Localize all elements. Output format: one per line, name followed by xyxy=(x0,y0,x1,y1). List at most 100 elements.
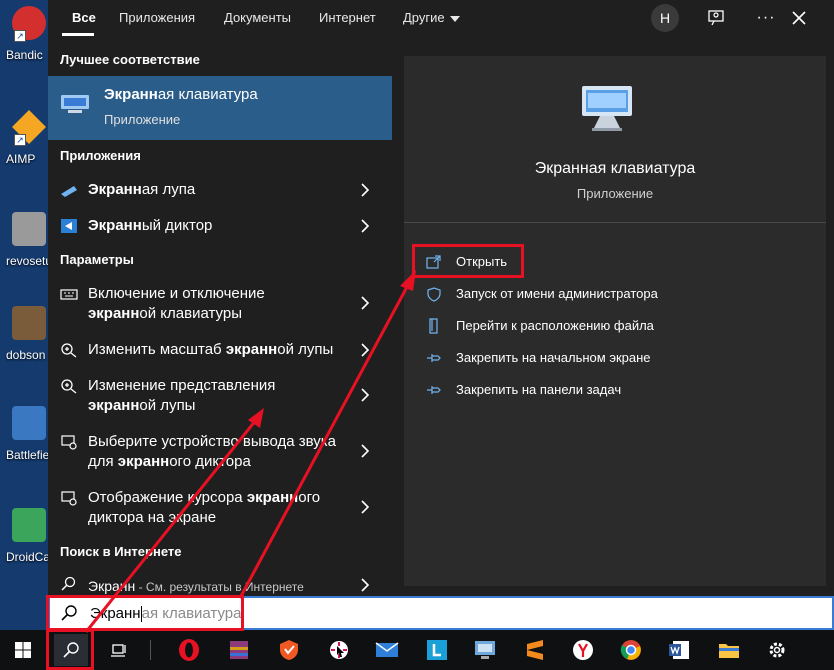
taskbar-opera[interactable] xyxy=(172,634,206,666)
desktop-icon-bandicam[interactable]: ↗ Bandic xyxy=(0,4,48,100)
action-open[interactable]: Открыть xyxy=(426,250,826,274)
start-icon xyxy=(15,642,31,658)
results-list: Лучшее соответствие Экранная клавиатура … xyxy=(48,44,392,596)
list-item-narrator-cursor[interactable]: Отображение курсора экранного диктора на… xyxy=(48,480,392,536)
chevron-right-icon xyxy=(361,219,370,233)
close-icon xyxy=(792,11,806,25)
tab-more[interactable]: Другие xyxy=(403,10,460,25)
search-box[interactable]: Экранная клавиатура xyxy=(48,596,834,630)
open-icon xyxy=(426,255,441,269)
taskbar-word[interactable] xyxy=(662,634,696,666)
action-label: Открыть xyxy=(456,254,508,269)
pin-icon xyxy=(427,354,441,362)
desktop-icon-revo[interactable]: revosetu xyxy=(0,210,52,306)
feedback-icon xyxy=(708,10,724,26)
list-item-label: Отображение курсора экранного xyxy=(88,488,320,508)
mail-icon xyxy=(375,642,399,657)
taskbar-sublime[interactable] xyxy=(518,634,552,666)
list-item-web-search[interactable]: Экранн - См. результаты в Интернете xyxy=(48,568,392,596)
list-item-narrator[interactable]: Экранный диктор xyxy=(48,208,392,244)
match-rest: - См. результаты в Интернете xyxy=(135,580,304,594)
list-item-label-line2: для экранного диктора xyxy=(88,452,251,472)
desktop-icon-aimp[interactable]: ↗ AIMP xyxy=(0,108,48,204)
desktop-icon-dobson[interactable]: dobson xyxy=(0,304,48,400)
match-bold: Экранн xyxy=(104,86,158,103)
section-settings: Параметры xyxy=(60,252,134,267)
preview-subtitle: Приложение xyxy=(576,186,654,201)
file-location-icon xyxy=(429,318,438,334)
list-item-label: Выберите устройство вывода звука xyxy=(88,433,337,450)
action-run-as-admin[interactable]: Запуск от имени администратора xyxy=(426,282,826,306)
desktop-icon-droidcam[interactable]: DroidCa xyxy=(0,506,51,602)
tab-apps[interactable]: Приложения xyxy=(119,10,195,25)
chrome-icon xyxy=(620,640,641,660)
taskbar-network[interactable] xyxy=(468,634,502,666)
taskbar-yandex[interactable] xyxy=(566,634,600,666)
action-pin-to-taskbar[interactable]: Закрепить на панели задач xyxy=(426,378,826,402)
search-icon xyxy=(61,605,77,621)
taskbar-chrome[interactable] xyxy=(614,634,648,666)
list-item-narrator-audio[interactable]: Выберите устройство вывода звука для экр… xyxy=(48,424,392,480)
tab-documents[interactable]: Документы xyxy=(224,10,291,25)
match-rest: ая клавиатура xyxy=(157,86,258,103)
match-bold: экранн xyxy=(225,341,278,358)
shortcut-arrow-icon: ↗ xyxy=(14,30,26,42)
zoom-icon xyxy=(61,379,77,394)
tab-more-label: Другие xyxy=(403,10,445,25)
action-pin-to-start[interactable]: Закрепить на начальном экране xyxy=(426,346,826,370)
list-item-magnifier-view[interactable]: Изменение представления экранной лупы xyxy=(48,368,392,424)
start-button[interactable] xyxy=(6,634,40,666)
sublime-icon xyxy=(527,640,543,660)
filter-tabs: Все Приложения Документы Интернет Другие… xyxy=(48,0,834,36)
taskbar-snipping[interactable] xyxy=(322,634,356,666)
list-item-label-line2: экранной клавиатуры xyxy=(88,304,242,324)
best-match-subtitle: Приложение xyxy=(104,112,181,127)
taskbar-winrar[interactable] xyxy=(222,634,256,666)
desktop-icon-battlefield[interactable]: Battlefie xyxy=(0,404,49,500)
section-apps: Приложения xyxy=(60,148,141,163)
desktop-icon-label: Bandic xyxy=(6,48,43,62)
desktop-icon-label: AIMP xyxy=(6,152,36,166)
search-input[interactable]: Экранная клавиатура xyxy=(90,605,241,623)
list-item-label-line2: экранной лупы xyxy=(88,396,195,416)
desktop-icon-label: DroidCa xyxy=(6,550,51,564)
chevron-right-icon xyxy=(361,388,370,402)
list-item-magnifier[interactable]: Экранная лупа xyxy=(48,172,392,208)
taskbar-l-app[interactable] xyxy=(420,634,454,666)
avatar[interactable]: Н xyxy=(651,4,679,32)
feedback-button[interactable] xyxy=(702,4,730,32)
opera-icon xyxy=(179,639,199,661)
taskbar xyxy=(0,630,834,670)
revo-uninstaller-icon xyxy=(12,212,46,246)
task-view-button[interactable] xyxy=(102,634,136,666)
taskbar-explorer[interactable] xyxy=(712,634,746,666)
list-item-label: Экранная лупа xyxy=(88,180,195,200)
match-rest: ого xyxy=(298,489,321,506)
taskbar-settings[interactable] xyxy=(760,634,794,666)
search-typed-text: Экранн xyxy=(90,605,141,622)
taskbar-divider xyxy=(150,640,151,660)
best-match-item[interactable]: Экранная клавиатура Приложение xyxy=(48,76,392,140)
desktop-icon-label: revosetu xyxy=(6,254,53,268)
network-icon xyxy=(475,641,495,659)
taskbar-avast[interactable] xyxy=(272,634,306,666)
action-open-file-location[interactable]: Перейти к расположению файла xyxy=(426,314,826,338)
list-item-label: Экранный диктор xyxy=(88,216,212,236)
more-options-button[interactable]: ··· xyxy=(752,4,780,32)
list-item-zoom-magnifier[interactable]: Изменить масштаб экранной лупы xyxy=(48,332,392,368)
droidcam-icon xyxy=(12,508,46,542)
list-item-toggle-keyboard[interactable]: Включение и отключение экранной клавиату… xyxy=(48,276,392,332)
tab-underline xyxy=(62,33,94,36)
taskbar-search-button[interactable] xyxy=(54,634,88,666)
taskbar-mail[interactable] xyxy=(370,634,404,666)
match-pre: для xyxy=(88,453,118,470)
desktop-icon-label: dobson xyxy=(6,348,46,362)
search-icon xyxy=(63,642,79,658)
action-label: Перейти к расположению файла xyxy=(456,318,654,333)
keyboard-app-icon xyxy=(61,95,89,113)
shield-icon xyxy=(427,287,441,302)
match-bold: экранн xyxy=(117,453,170,470)
tab-all[interactable]: Все xyxy=(72,10,96,25)
tab-internet[interactable]: Интернет xyxy=(319,10,376,25)
close-button[interactable] xyxy=(785,4,813,32)
